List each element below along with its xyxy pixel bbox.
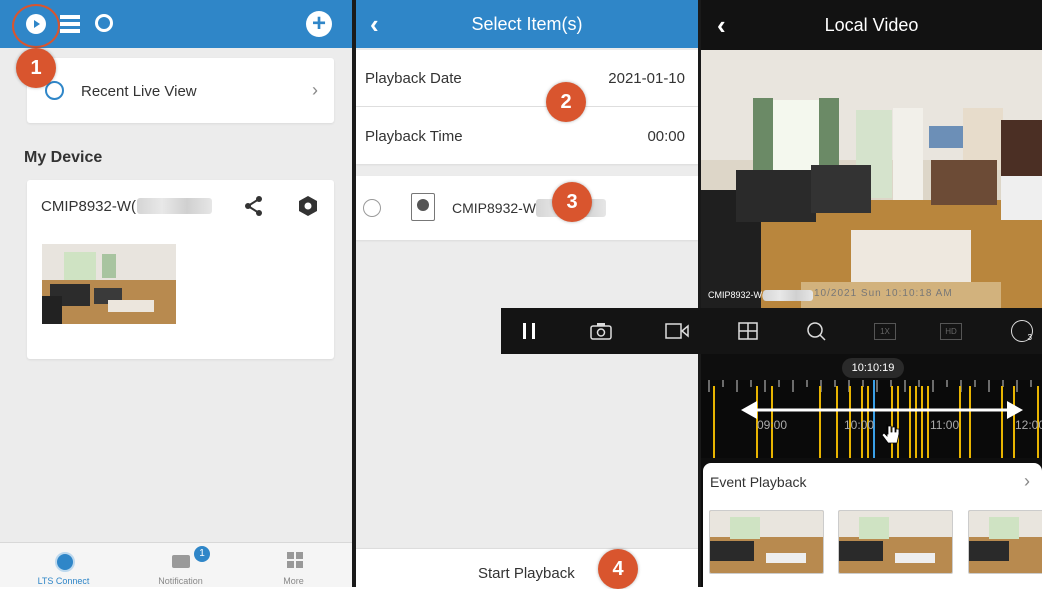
channel-icon: 3 (1011, 320, 1033, 342)
add-device-icon[interactable]: + (306, 11, 332, 37)
video-record-icon (665, 323, 689, 339)
device-list-screen: + Recent Live View › My Device CMIP8932-… (0, 0, 352, 587)
recording-segment (1001, 386, 1003, 458)
local-video-screen: ‹ Local Video CMIP8932-W( 10/2021 Sun 10… (701, 0, 1042, 587)
annotation-badge-2: 2 (546, 82, 586, 122)
camera-thumbnail[interactable] (42, 244, 176, 324)
recording-segment (959, 386, 961, 458)
tab-lts-connect[interactable]: LTS Connect (5, 543, 122, 587)
recording-segment (969, 386, 971, 458)
timeline-tick-label: 11:00 (930, 418, 960, 432)
chevron-right-icon: › (312, 80, 318, 100)
list-icon[interactable] (60, 15, 80, 33)
event-thumbnail[interactable] (709, 510, 824, 574)
notification-badge: 1 (194, 546, 210, 562)
page-title: Select Item(s) (471, 13, 583, 34)
annotation-badge-4: 4 (598, 549, 638, 589)
grid-layout-icon (738, 322, 758, 340)
recent-live-view-label: Recent Live View (81, 83, 197, 100)
tab-label: Notification (158, 576, 203, 586)
recording-segment (921, 386, 923, 458)
channel-button[interactable]: 3 (1002, 308, 1042, 354)
quality-label: HD (940, 322, 962, 340)
page-title: Local Video (824, 14, 919, 35)
drag-arrow-icon (741, 401, 1023, 419)
pause-button[interactable] (506, 308, 552, 354)
recording-segment (927, 386, 929, 458)
timeline-tick-label: 12:00 (1015, 418, 1042, 432)
video-frame (701, 50, 1042, 308)
timeline-tick-label: 10:00 (844, 418, 875, 432)
device-name: CMIP8932-W( (41, 198, 137, 215)
device-select-row[interactable]: CMIP8932-W( (356, 176, 698, 240)
redacted-device-id (137, 198, 212, 214)
select-items-screen: ‹ Select Item(s) Playback Date 2021-01-1… (356, 0, 698, 587)
device-name: CMIP8932-W( (452, 200, 541, 216)
timeline-track[interactable]: 09:00 10:00 11:00 12:00 (701, 380, 1042, 458)
grid-icon (287, 552, 303, 568)
recording-segment (819, 386, 821, 458)
settings-icon[interactable] (297, 195, 319, 217)
start-playback-label: Start Playback (478, 565, 575, 582)
split-view-button[interactable] (725, 308, 771, 354)
recording-segment (915, 386, 917, 458)
my-device-heading: My Device (24, 149, 103, 166)
playback-date-row[interactable]: Playback Date 2021-01-10 (356, 50, 698, 106)
redacted-overlay-id (763, 290, 813, 301)
bottom-tab-bar: LTS Connect 1 Notification More (0, 542, 352, 587)
quality-button[interactable]: HD (928, 308, 974, 354)
top-bar: ‹ Select Item(s) (356, 0, 698, 48)
playback-date-value: 2021-01-10 (608, 70, 685, 87)
snapshot-button[interactable] (578, 308, 624, 354)
camera-snapshot-icon (590, 323, 612, 340)
live-view-highlight-ring (12, 4, 60, 48)
hand-cursor-icon (881, 424, 900, 444)
search-icon[interactable] (95, 14, 113, 32)
mail-icon (172, 555, 190, 568)
top-bar: ‹ Local Video (701, 0, 1042, 50)
video-viewport[interactable]: CMIP8932-W( 10/2021 Sun 10:10:18 AM (701, 50, 1042, 308)
start-playback-button[interactable]: Start Playback (356, 548, 698, 587)
tab-label: More (283, 576, 304, 586)
recording-segment (909, 386, 911, 458)
speed-button[interactable]: 1X (862, 308, 908, 354)
camera-icon (411, 193, 435, 221)
device-card[interactable]: CMIP8932-W( (27, 180, 334, 359)
speed-label: 1X (874, 322, 896, 340)
radio-button[interactable] (363, 199, 381, 217)
tab-notification[interactable]: 1 Notification (122, 543, 239, 587)
recent-live-view-row[interactable]: Recent Live View › (27, 58, 334, 123)
zoom-button[interactable] (793, 308, 839, 354)
share-icon[interactable] (243, 195, 265, 217)
event-playback-label: Event Playback (710, 474, 807, 490)
playback-time-label: Playback Time (365, 128, 463, 145)
overlay-timestamp: 10/2021 Sun 10:10:18 AM (814, 288, 953, 299)
event-thumbnail[interactable] (838, 510, 953, 574)
annotation-badge-3: 3 (552, 182, 592, 222)
timeline-time-bubble: 10:10:19 (842, 358, 904, 378)
record-button[interactable] (654, 308, 700, 354)
playback-time-row[interactable]: Playback Time 00:00 (356, 107, 698, 164)
tab-label: LTS Connect (37, 576, 90, 586)
playback-control-bar: 1X HD 3 (501, 308, 1042, 354)
playback-date-label: Playback Date (365, 70, 462, 87)
playback-time-value: 00:00 (647, 128, 685, 145)
channel-number: 3 (1027, 333, 1032, 342)
zoom-icon (807, 322, 826, 341)
timeline-tick-label: 09:00 (757, 418, 788, 432)
overlay-device-label: CMIP8932-W( (708, 290, 766, 300)
recording-segment (836, 386, 838, 458)
event-thumbnail[interactable] (968, 510, 1042, 574)
chevron-right-icon: › (1024, 471, 1030, 491)
recording-segment (713, 386, 715, 458)
tab-more[interactable]: More (235, 543, 352, 587)
lts-connect-icon (55, 552, 75, 572)
annotation-badge-1: 1 (16, 48, 56, 88)
pause-icon (523, 323, 535, 339)
